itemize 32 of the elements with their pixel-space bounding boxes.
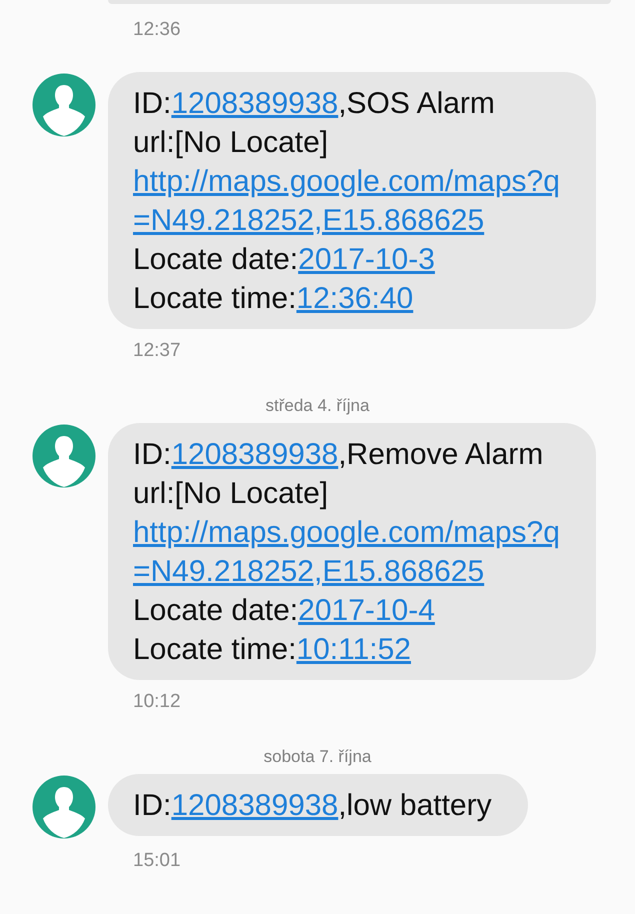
link[interactable]: 2017-10-4 bbox=[298, 594, 435, 627]
message-text: ,SOS Alarm bbox=[338, 87, 495, 120]
date-separator: středa 4. října bbox=[266, 395, 370, 417]
message-text: Locate time: bbox=[133, 282, 296, 315]
link[interactable]: 12:36:40 bbox=[296, 282, 414, 315]
link[interactable]: 2017-10-3 bbox=[298, 243, 435, 276]
link[interactable]: 1208389938 bbox=[171, 438, 338, 471]
link[interactable]: http://maps.google.com/maps?q bbox=[133, 516, 560, 549]
message-text: Locate date: bbox=[133, 594, 298, 627]
avatar-icon bbox=[32, 775, 96, 839]
message-text: ,low battery bbox=[338, 789, 492, 822]
date-separator: sobota 7. října bbox=[264, 746, 372, 768]
link[interactable]: http://maps.google.com/maps?q bbox=[133, 165, 560, 198]
message-text: Locate date: bbox=[133, 243, 298, 276]
link[interactable]: 1208389938 bbox=[171, 87, 338, 120]
message-text: ID: bbox=[133, 87, 172, 120]
message-text: Locate time: bbox=[133, 633, 296, 666]
timestamp: 12:37 bbox=[133, 340, 181, 361]
link[interactable]: =N49.218252,E15.868625 bbox=[133, 555, 484, 588]
timestamp: 15:01 bbox=[133, 850, 181, 871]
message-text: url:[No Locate] bbox=[133, 477, 328, 510]
avatar-icon bbox=[32, 73, 96, 137]
message-text: ,Remove Alarm bbox=[338, 438, 544, 471]
message-text: url:[No Locate] bbox=[133, 126, 328, 159]
message-text: ID: bbox=[133, 438, 172, 471]
timestamp: 12:36 bbox=[133, 19, 181, 40]
avatar-icon bbox=[32, 424, 96, 488]
timestamp: 10:12 bbox=[133, 691, 181, 712]
link[interactable]: 1208389938 bbox=[171, 789, 338, 822]
link[interactable]: 10:11:52 bbox=[296, 633, 411, 666]
message-text: ID: bbox=[133, 789, 172, 822]
link[interactable]: =N49.218252,E15.868625 bbox=[133, 204, 484, 237]
